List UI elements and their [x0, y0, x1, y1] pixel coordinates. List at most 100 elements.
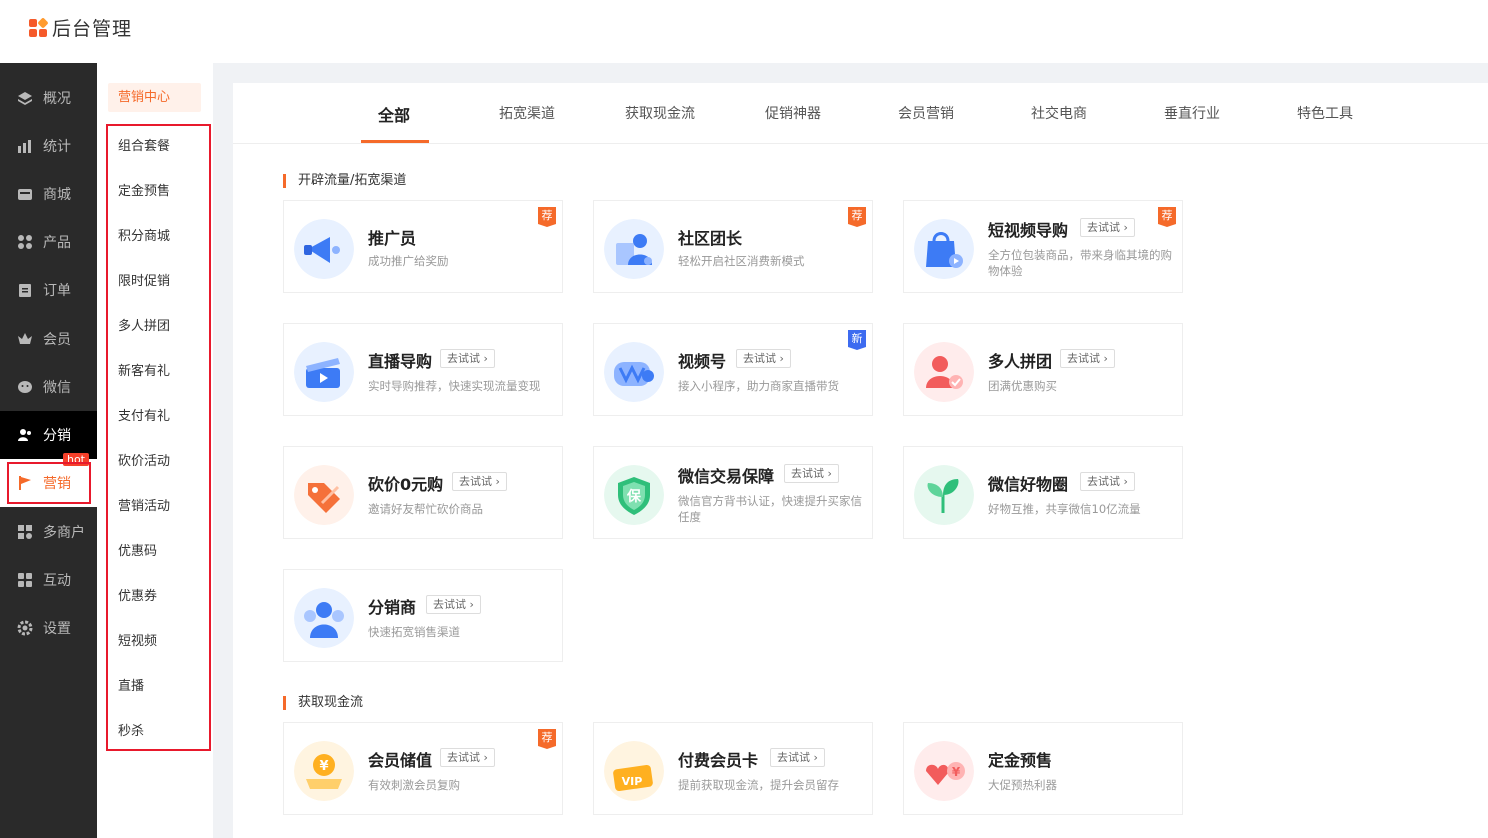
tab-promotion[interactable]: 促销神器: [765, 103, 821, 123]
tab-special-tools[interactable]: 特色工具: [1297, 103, 1353, 123]
card-description: 提前获取现金流，提升会员留存: [678, 778, 839, 792]
video-channel-icon: [604, 342, 664, 402]
card-title: 社区团长: [678, 229, 743, 248]
try-button[interactable]: 去试试 ›: [784, 464, 839, 483]
feature-card-deposit-presale[interactable]: ¥ 定金预售 大促预热利器: [903, 722, 1183, 815]
card-title: 短视频导购: [988, 221, 1069, 240]
subnav-item[interactable]: 支付有礼: [118, 405, 170, 424]
try-button[interactable]: 去试试 ›: [1080, 472, 1135, 491]
subnav-item[interactable]: 优惠码: [118, 540, 157, 559]
try-button[interactable]: 去试试 ›: [440, 349, 495, 368]
try-label: 去试试: [459, 475, 492, 488]
community-leader-icon: [604, 219, 664, 279]
megaphone-icon: [294, 219, 354, 279]
try-button[interactable]: 去试试 ›: [770, 748, 825, 767]
coin-icon: ¥: [294, 741, 354, 801]
card-title: 微信交易保障: [678, 467, 775, 486]
card-title: 推广员: [368, 229, 417, 248]
card-description: 全方位包装商品，带来身临其境的购物体验: [988, 248, 1172, 278]
recommend-badge: 荐: [538, 729, 556, 749]
subnav-item[interactable]: 定金预售: [118, 180, 170, 199]
app-title: 后台管理: [52, 18, 133, 40]
shield-icon: 保: [604, 465, 664, 525]
subnav-item[interactable]: 砍价活动: [118, 450, 170, 469]
sidebar-item-multi-merchant[interactable]: 多商户: [0, 508, 97, 556]
feature-card-member-stored-value[interactable]: ¥ 会员储值 去试试 › 有效刺激会员复购 荐: [283, 722, 563, 815]
tab-social-ecommerce[interactable]: 社交电商: [1031, 103, 1087, 123]
sidebar-item-marketing[interactable]: 营销 hot: [0, 453, 97, 507]
subnav-item[interactable]: 多人拼团: [118, 315, 170, 334]
sidebar-item-member[interactable]: 会员: [0, 315, 97, 363]
feature-card-distributor[interactable]: 分销商 去试试 › 快速拓宽销售渠道: [283, 569, 563, 662]
sidebar-item-wechat[interactable]: 微信: [0, 363, 97, 411]
dashboard-icon: [17, 90, 33, 106]
product-icon: [17, 234, 33, 250]
clapperboard-icon: [294, 342, 354, 402]
try-button[interactable]: 去试试 ›: [736, 349, 791, 368]
feature-card-bargain[interactable]: 砍价0元购 去试试 › 邀请好友帮忙砍价商品: [283, 446, 563, 539]
tab-channels[interactable]: 拓宽渠道: [499, 103, 555, 123]
subnav-title: 营销中心: [108, 83, 201, 112]
tab-all[interactable]: 全部: [378, 102, 410, 126]
card-description: 快速拓宽销售渠道: [368, 625, 460, 639]
order-icon: [17, 282, 33, 298]
sidebar-item-statistics[interactable]: 统计: [0, 122, 97, 170]
sidebar-item-label: 产品: [43, 235, 71, 251]
try-button[interactable]: 去试试 ›: [1080, 218, 1135, 237]
try-button[interactable]: 去试试 ›: [440, 748, 495, 767]
subnav-item[interactable]: 短视频: [118, 630, 157, 649]
sidebar-item-label: 互动: [43, 573, 71, 589]
card-description: 邀请好友帮忙砍价商品: [368, 502, 483, 516]
feature-card-short-video-guide[interactable]: 短视频导购 去试试 › 全方位包装商品，带来身临其境的购物体验 荐: [903, 200, 1183, 293]
subnav-item[interactable]: 营销活动: [118, 495, 170, 514]
sidebar-item-label: 统计: [43, 139, 71, 155]
subnav-item[interactable]: 组合套餐: [118, 135, 170, 154]
try-button[interactable]: 去试试 ›: [1060, 349, 1115, 368]
subnav-item[interactable]: 秒杀: [118, 720, 144, 739]
card-description: 轻松开启社区消费新模式: [678, 254, 805, 268]
subnav-item[interactable]: 新客有礼: [118, 360, 170, 379]
sidebar-item-overview[interactable]: 概况: [0, 74, 97, 122]
grid-icon: [17, 572, 33, 588]
sidebar-item-interaction[interactable]: 互动: [0, 556, 97, 604]
try-label: 去试试: [433, 598, 466, 611]
feature-card-paid-member-card[interactable]: VIP 付费会员卡 去试试 › 提前获取现金流，提升会员留存: [593, 722, 873, 815]
feature-card-group-buy[interactable]: 多人拼团 去试试 › 团满优惠购买: [903, 323, 1183, 416]
feature-card-wechat-guarantee[interactable]: 保 微信交易保障 去试试 › 微信官方背书认证，快速提升买家信任度: [593, 446, 873, 539]
subnav-item[interactable]: 限时促销: [118, 270, 170, 289]
sidebar-item-settings[interactable]: 设置: [0, 604, 97, 652]
main-content: 全部 拓宽渠道 获取现金流 促销神器 会员营销 社交电商 垂直行业 特色工具 开…: [233, 83, 1488, 838]
subnav-item[interactable]: 积分商城: [118, 225, 170, 244]
sidebar-item-product[interactable]: 产品: [0, 218, 97, 266]
feature-card-promoter[interactable]: 推广员 成功推广给奖励 荐: [283, 200, 563, 293]
subnav-item[interactable]: 优惠券: [118, 585, 157, 604]
tab-cashflow[interactable]: 获取现金流: [625, 103, 695, 123]
card-description: 实时导购推荐，快速实现流量变现: [368, 379, 541, 393]
try-label: 去试试: [1087, 221, 1120, 234]
card-description: 成功推广给奖励: [368, 254, 449, 268]
wechat-icon: [17, 379, 33, 395]
sidebar-item-order[interactable]: 订单: [0, 266, 97, 314]
svg-text:¥: ¥: [952, 765, 961, 779]
sidebar-item-label: 会员: [43, 332, 71, 348]
app-logo[interactable]: 后台管理: [29, 14, 132, 41]
try-label: 去试试: [1087, 475, 1120, 488]
sidebar-item-label: 多商户: [43, 525, 85, 541]
try-button[interactable]: 去试试 ›: [452, 472, 507, 491]
feature-card-community-leader[interactable]: 社区团长 轻松开启社区消费新模式 荐: [593, 200, 873, 293]
card-title: 直播导购: [368, 352, 433, 371]
card-description: 接入小程序，助力商家直播带货: [678, 379, 839, 393]
feature-card-video-channel[interactable]: 视频号 去试试 › 接入小程序，助力商家直播带货 新: [593, 323, 873, 416]
try-button[interactable]: 去试试 ›: [426, 595, 481, 614]
tab-member-marketing[interactable]: 会员营销: [898, 103, 954, 123]
gear-icon: [17, 620, 33, 636]
feature-card-live-guide[interactable]: 直播导购 去试试 › 实时导购推荐，快速实现流量变现: [283, 323, 563, 416]
card-description: 大促预热利器: [988, 778, 1057, 792]
sprout-icon: [914, 465, 974, 525]
sidebar-item-shop[interactable]: 商城: [0, 170, 97, 218]
subnav-item[interactable]: 直播: [118, 675, 144, 694]
sidebar-item-distribution[interactable]: 分销: [0, 411, 97, 459]
tab-vertical-industry[interactable]: 垂直行业: [1164, 103, 1220, 123]
feature-card-wechat-good-circle[interactable]: 微信好物圈 去试试 › 好物互推，共享微信10亿流量: [903, 446, 1183, 539]
sidebar-item-label: 分销: [43, 428, 71, 444]
